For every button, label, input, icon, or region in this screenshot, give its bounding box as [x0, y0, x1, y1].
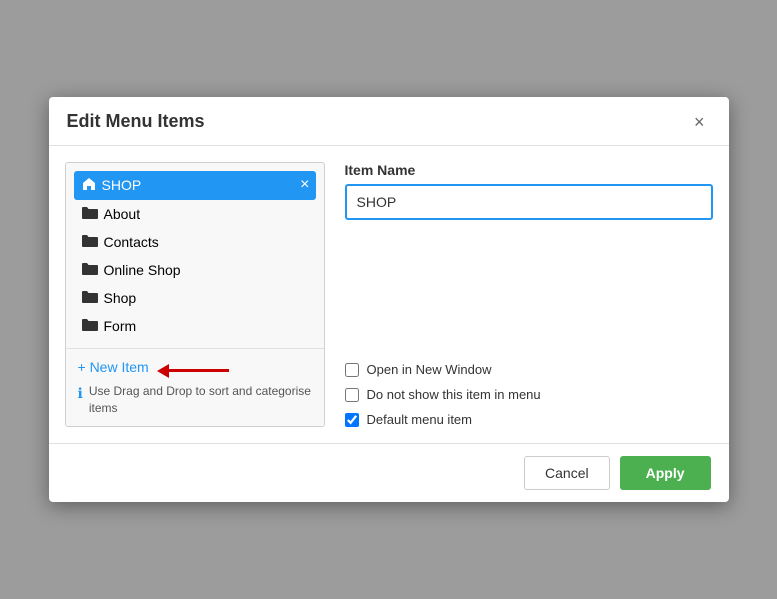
arrow-decoration: [157, 364, 229, 378]
modal-body: SHOP × About: [49, 146, 729, 444]
do-not-show-checkbox[interactable]: [345, 388, 359, 402]
folder-icon-shop2: [82, 290, 98, 306]
folder-icon-about: [82, 206, 98, 222]
modal-footer: Cancel Apply: [49, 443, 729, 502]
menu-item-online-shop-label: Online Shop: [104, 262, 181, 278]
drag-hint-text: Use Drag and Drop to sort and categorise…: [89, 383, 312, 417]
menu-item-contacts[interactable]: Contacts: [74, 228, 316, 256]
home-icon: [82, 177, 96, 194]
arrow-line: [169, 369, 229, 372]
new-item-row: + New Item: [78, 359, 312, 383]
menu-item-about-label: About: [104, 206, 141, 222]
apply-button[interactable]: Apply: [620, 456, 711, 490]
open-new-window-label: Open in New Window: [367, 362, 492, 377]
drag-hint: ℹ Use Drag and Drop to sort and categori…: [78, 383, 312, 417]
open-new-window-row[interactable]: Open in New Window: [345, 362, 713, 377]
menu-item-shop-label: SHOP: [102, 177, 142, 193]
cancel-button[interactable]: Cancel: [524, 456, 610, 490]
modal-overlay: Edit Menu Items × SHOP: [0, 0, 777, 599]
menu-item-shop2[interactable]: Shop: [74, 284, 316, 312]
arrow-head: [157, 364, 169, 378]
do-not-show-row[interactable]: Do not show this item in menu: [345, 387, 713, 402]
edit-menu-items-dialog: Edit Menu Items × SHOP: [49, 97, 729, 503]
item-name-section: Item Name: [345, 162, 713, 220]
close-button[interactable]: ×: [688, 111, 711, 133]
folder-icon-online-shop: [82, 262, 98, 278]
menu-item-online-shop[interactable]: Online Shop: [74, 256, 316, 284]
info-icon: ℹ: [78, 384, 83, 404]
menu-list-panel: SHOP × About: [65, 162, 325, 428]
right-panel: Item Name Open in New Window Do not show…: [345, 162, 713, 428]
open-new-window-checkbox[interactable]: [345, 363, 359, 377]
checkboxes-section: Open in New Window Do not show this item…: [345, 362, 713, 427]
item-name-input[interactable]: [345, 184, 713, 220]
folder-icon-form: [82, 318, 98, 334]
menu-item-form-label: Form: [104, 318, 137, 334]
menu-items-container: SHOP × About: [66, 163, 324, 348]
default-menu-row[interactable]: Default menu item: [345, 412, 713, 427]
default-menu-checkbox[interactable]: [345, 413, 359, 427]
menu-item-form[interactable]: Form: [74, 312, 316, 340]
modal-header: Edit Menu Items ×: [49, 97, 729, 146]
modal-title: Edit Menu Items: [67, 111, 205, 132]
menu-item-shop[interactable]: SHOP ×: [74, 171, 316, 200]
item-name-label: Item Name: [345, 162, 713, 178]
do-not-show-label: Do not show this item in menu: [367, 387, 541, 402]
menu-list-footer: + New Item ℹ Use Drag and Drop to sort a…: [66, 348, 324, 427]
remove-shop-button[interactable]: ×: [300, 177, 309, 193]
new-item-button[interactable]: + New Item: [78, 359, 149, 375]
menu-item-shop2-label: Shop: [104, 290, 137, 306]
folder-icon-contacts: [82, 234, 98, 250]
default-menu-label: Default menu item: [367, 412, 473, 427]
menu-item-contacts-label: Contacts: [104, 234, 159, 250]
menu-item-about[interactable]: About: [74, 200, 316, 228]
